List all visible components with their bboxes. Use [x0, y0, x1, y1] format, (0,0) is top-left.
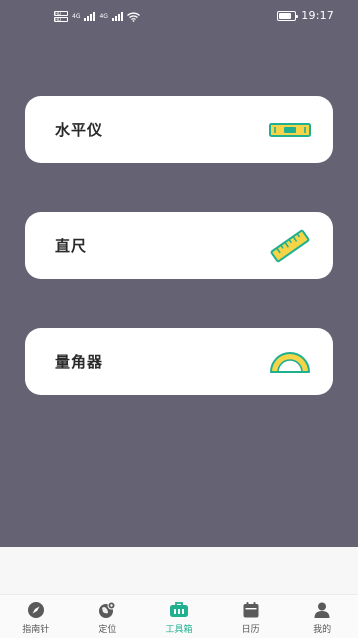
signal-bars-1-icon — [84, 12, 96, 21]
user-icon — [312, 600, 332, 620]
tab-calendar[interactable]: 日历 — [221, 595, 281, 635]
tab-label-toolbox: 工具箱 — [165, 625, 193, 635]
status-bar: HD HD 4G 4G 19:17 — [0, 0, 358, 34]
globe-location-icon — [97, 600, 117, 620]
tool-label-protractor: 量角器 — [55, 353, 104, 371]
signal-group: HD HD 4G 4G — [54, 11, 140, 22]
tool-label-ruler: 直尺 — [55, 237, 88, 255]
compass-icon — [26, 600, 46, 620]
ruler-icon — [267, 226, 311, 266]
toolbox-icon — [169, 600, 189, 620]
bottom-tab-bar: 指南针 定位 工具箱 日历 我的 — [0, 594, 358, 638]
sim1-icon: HD — [54, 11, 68, 16]
tool-label-level: 水平仪 — [55, 121, 104, 139]
tool-card-level[interactable]: 水平仪 — [25, 96, 333, 163]
tool-card-protractor[interactable]: 量角器 — [25, 328, 333, 395]
tab-label-calendar: 日历 — [241, 625, 260, 635]
network1-label: 4G — [72, 13, 81, 20]
sim2-icon: HD — [54, 17, 68, 22]
sim-icons: HD HD — [54, 11, 68, 22]
level-tool-icon — [267, 110, 311, 150]
tab-label-compass: 指南针 — [22, 625, 50, 635]
tab-profile[interactable]: 我的 — [292, 595, 352, 635]
battery-icon — [277, 10, 299, 21]
tab-compass[interactable]: 指南针 — [6, 595, 66, 635]
signal-bars-2-icon — [111, 12, 123, 21]
tab-location[interactable]: 定位 — [77, 595, 137, 635]
protractor-icon — [267, 342, 311, 382]
tab-toolbox[interactable]: 工具箱 — [149, 595, 209, 635]
network2-label: 4G — [99, 13, 108, 20]
tab-label-profile: 我的 — [313, 625, 332, 635]
wifi-icon — [127, 12, 140, 22]
status-right: 19:17 — [277, 9, 334, 22]
clock: 19:17 — [301, 9, 334, 22]
calendar-icon — [241, 600, 261, 620]
tools-screen: HD HD 4G 4G 19:17 水平仪 直尺 量角器 指南针 定位 工具箱 … — [0, 0, 358, 638]
tool-card-ruler[interactable]: 直尺 — [25, 212, 333, 279]
tab-label-location: 定位 — [98, 625, 117, 635]
battery-fill — [279, 12, 291, 19]
